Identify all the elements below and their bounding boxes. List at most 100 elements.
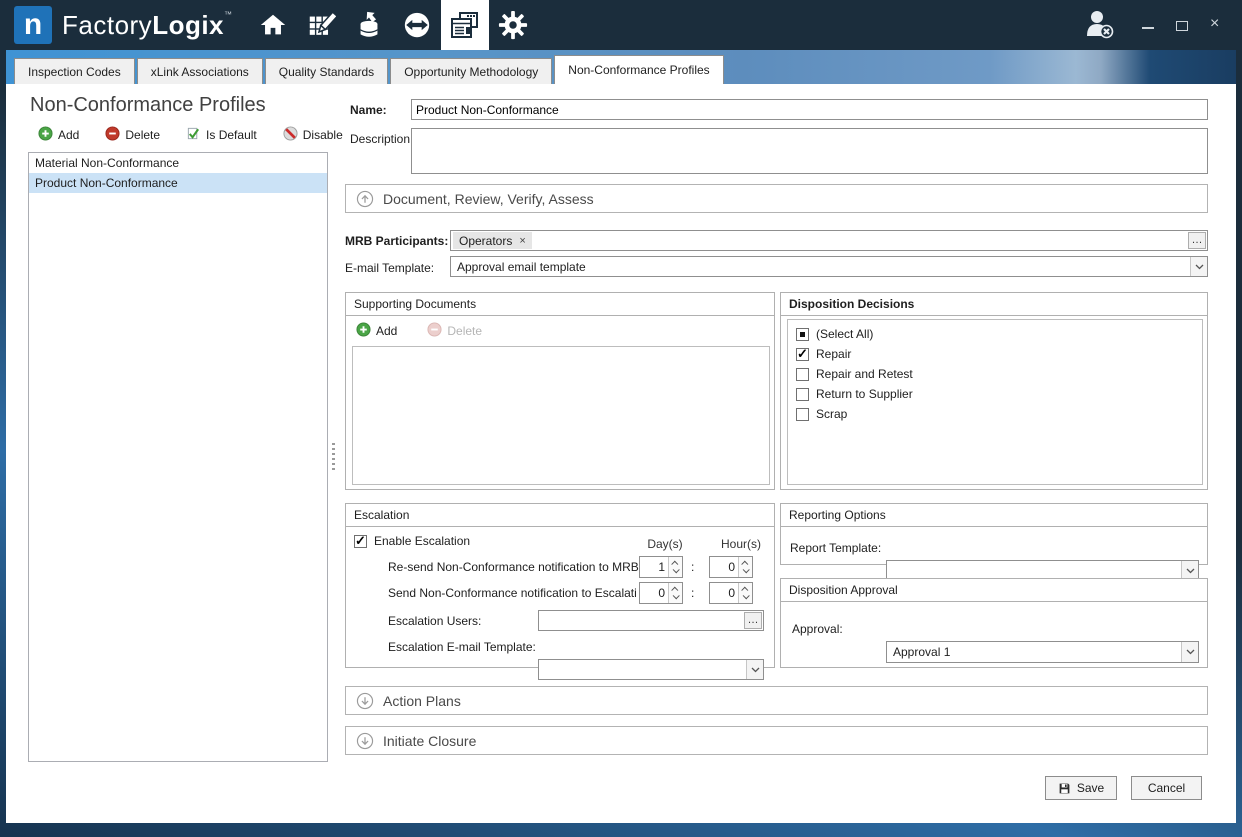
repair-and-retest-checkbox[interactable] bbox=[796, 368, 809, 381]
enable-escalation-label: Enable Escalation bbox=[374, 534, 470, 548]
save-floppy-icon bbox=[1058, 782, 1071, 795]
delete-document-button: Delete bbox=[427, 322, 482, 340]
checkbox-return-to-supplier[interactable]: Return to Supplier bbox=[788, 384, 1202, 404]
maximize-icon[interactable] bbox=[1176, 21, 1188, 31]
tab-opportunity-methodology[interactable]: Opportunity Methodology bbox=[390, 58, 552, 84]
list-item[interactable]: Material Non-Conformance bbox=[29, 153, 327, 173]
disable-profile-button[interactable]: Disable bbox=[283, 126, 343, 144]
checkbox-select-all[interactable]: (Select All) bbox=[788, 324, 1202, 344]
supporting-documents-title: Supporting Documents bbox=[346, 293, 774, 316]
close-icon[interactable]: × bbox=[1210, 19, 1222, 31]
tab-non-conformance-profiles[interactable]: Non-Conformance Profiles bbox=[554, 55, 723, 84]
checkbox-label: Repair and Retest bbox=[816, 367, 913, 381]
app-window: n FactoryLogix™ bbox=[0, 0, 1242, 837]
save-button-label: Save bbox=[1077, 781, 1104, 795]
escalation-users-browse-button[interactable]: … bbox=[744, 612, 762, 629]
quality-documents-icon[interactable] bbox=[441, 0, 489, 50]
delete-profile-button[interactable]: Delete bbox=[105, 126, 160, 144]
scrap-checkbox[interactable] bbox=[796, 408, 809, 421]
expander-action-plans[interactable]: Action Plans bbox=[345, 686, 1208, 715]
report-template-label: Report Template: bbox=[790, 541, 881, 555]
participant-tag: Operators × bbox=[453, 232, 532, 249]
escalation-email-template-label: Escalation E-mail Template: bbox=[388, 640, 536, 654]
escalation-email-template-select[interactable] bbox=[538, 659, 764, 680]
tab-inspection-codes[interactable]: Inspection Codes bbox=[14, 58, 135, 84]
checkbox-label: Scrap bbox=[816, 407, 847, 421]
materials-cylinder-icon[interactable] bbox=[345, 0, 393, 50]
user-logout-icon[interactable] bbox=[1082, 7, 1116, 44]
supporting-documents-list[interactable] bbox=[352, 346, 770, 485]
chevron-down-icon[interactable] bbox=[746, 660, 763, 679]
expander-label: Initiate Closure bbox=[383, 733, 476, 749]
tab-xlink-associations[interactable]: xLink Associations bbox=[137, 58, 263, 84]
description-label: Description: bbox=[350, 132, 413, 146]
page-content: Non-Conformance Profiles Add Delete bbox=[6, 84, 1236, 823]
spinner-arrows-icon[interactable] bbox=[738, 583, 752, 603]
title-bar: n FactoryLogix™ bbox=[0, 0, 1242, 50]
disposition-decisions-group: Disposition Decisions (Select All) Repai… bbox=[780, 292, 1208, 490]
is-default-label: Is Default bbox=[206, 128, 257, 142]
profiles-list: Material Non-Conformance Product Non-Con… bbox=[28, 152, 328, 762]
spinner-arrows-icon[interactable] bbox=[738, 557, 752, 577]
production-grid-pencil-icon[interactable] bbox=[297, 0, 345, 50]
approval-select[interactable]: Approval 1 bbox=[886, 641, 1199, 663]
spinner-value: 1 bbox=[640, 557, 668, 577]
add-profile-button[interactable]: Add bbox=[38, 126, 79, 144]
brand-factory: Factory bbox=[62, 10, 152, 40]
email-template-select[interactable]: Approval email template bbox=[450, 256, 1208, 277]
tab-quality-standards[interactable]: Quality Standards bbox=[265, 58, 388, 84]
factorylogix-logo: n bbox=[14, 6, 52, 44]
tab-strip: Inspection Codes xLink Associations Qual… bbox=[6, 50, 1236, 84]
disable-icon bbox=[283, 126, 298, 144]
approval-label: Approval: bbox=[792, 622, 843, 636]
mrb-participants-field[interactable]: Operators × … bbox=[450, 230, 1208, 251]
home-icon[interactable] bbox=[249, 0, 297, 50]
checkbox-repair[interactable]: Repair bbox=[788, 344, 1202, 364]
add-document-button[interactable]: Add bbox=[356, 322, 397, 340]
resend-hours-spinner[interactable]: 0 bbox=[709, 556, 753, 578]
add-icon bbox=[356, 322, 371, 340]
chevron-down-icon[interactable] bbox=[1190, 257, 1207, 276]
name-input[interactable] bbox=[411, 99, 1208, 120]
send-hours-spinner[interactable]: 0 bbox=[709, 582, 753, 604]
repair-checkbox[interactable] bbox=[796, 348, 809, 361]
enable-escalation-checkbox[interactable] bbox=[354, 535, 367, 548]
settings-gear-icon[interactable] bbox=[489, 0, 537, 50]
list-item[interactable]: Product Non-Conformance bbox=[29, 173, 327, 193]
resend-days-spinner[interactable]: 1 bbox=[639, 556, 683, 578]
escalation-users-field[interactable]: … bbox=[538, 610, 764, 631]
escalation-title: Escalation bbox=[346, 504, 774, 527]
send-days-spinner[interactable]: 0 bbox=[639, 582, 683, 604]
spinner-arrows-icon[interactable] bbox=[668, 583, 682, 603]
select-all-checkbox[interactable] bbox=[796, 328, 809, 341]
return-to-supplier-checkbox[interactable] bbox=[796, 388, 809, 401]
name-label: Name: bbox=[350, 103, 387, 117]
expander-initiate-closure[interactable]: Initiate Closure bbox=[345, 726, 1208, 755]
days-header: Day(s) bbox=[646, 537, 684, 551]
reporting-options-title: Reporting Options bbox=[781, 504, 1207, 527]
delete-document-label: Delete bbox=[447, 324, 482, 338]
checkbox-repair-and-retest[interactable]: Repair and Retest bbox=[788, 364, 1202, 384]
chevron-down-icon[interactable] bbox=[1181, 642, 1198, 662]
is-default-button[interactable]: Is Default bbox=[186, 126, 257, 144]
cancel-button[interactable]: Cancel bbox=[1131, 776, 1202, 800]
panel-splitter[interactable] bbox=[331, 150, 336, 762]
profiles-toolbar: Add Delete Is Default bbox=[38, 126, 343, 144]
save-button[interactable]: Save bbox=[1045, 776, 1117, 800]
escalation-group: Escalation Enable Escalation Day(s) Hour… bbox=[345, 503, 775, 668]
checkbox-scrap[interactable]: Scrap bbox=[788, 404, 1202, 424]
collapse-up-icon bbox=[356, 190, 374, 208]
email-template-value: Approval email template bbox=[451, 260, 1190, 274]
remove-tag-icon[interactable]: × bbox=[519, 235, 525, 247]
description-input[interactable] bbox=[411, 128, 1208, 174]
transfer-arrows-icon[interactable] bbox=[393, 0, 441, 50]
spinner-arrows-icon[interactable] bbox=[668, 557, 682, 577]
minimize-icon[interactable] bbox=[1142, 21, 1154, 29]
enable-escalation-row[interactable]: Enable Escalation bbox=[354, 534, 470, 548]
mrb-browse-button[interactable]: … bbox=[1188, 232, 1206, 249]
mrb-participants-label: MRB Participants: bbox=[345, 234, 448, 248]
disposition-approval-title: Disposition Approval bbox=[781, 579, 1207, 602]
participant-tag-label: Operators bbox=[459, 234, 512, 248]
delete-icon-disabled bbox=[427, 322, 442, 340]
expander-document-review-verify-assess[interactable]: Document, Review, Verify, Assess bbox=[345, 184, 1208, 213]
